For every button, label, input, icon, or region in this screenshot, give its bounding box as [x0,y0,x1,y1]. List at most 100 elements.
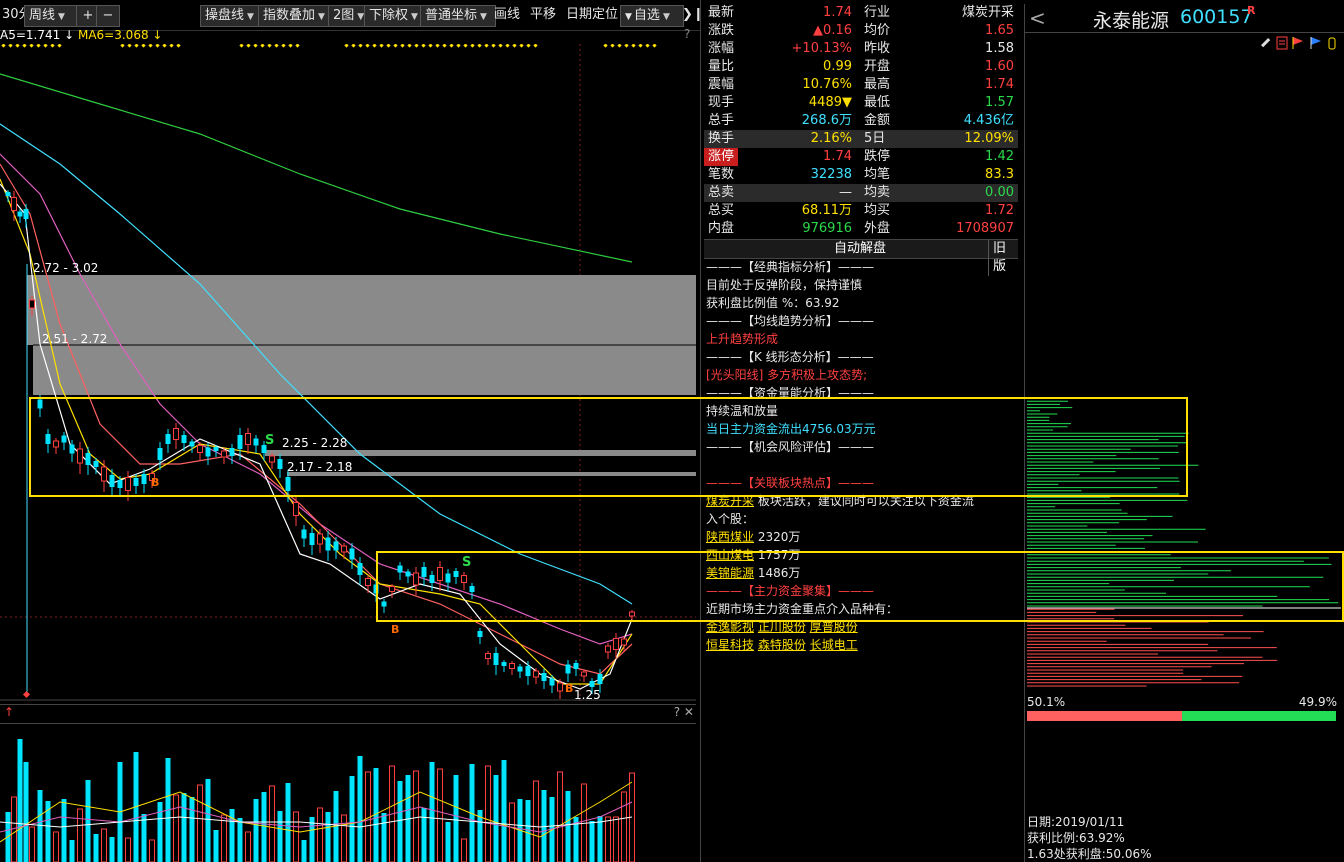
chevron-down-icon: ▼ [625,12,632,22]
quote-value: 32238 [810,167,852,182]
index-overlay-label: 指数叠加 [263,8,316,23]
volume-bar-up [437,768,443,862]
quote-row: 涨停 1.74 跌停 1.42 [704,148,1018,166]
volume-bar-down [421,808,427,862]
quote-value: 1.74 [823,149,852,164]
watchlist-label: 自选 [633,8,660,23]
signal-diamond [603,44,608,48]
quote-label: 涨幅 [708,41,735,56]
candle-up [293,502,299,516]
quote-label: 开盘 [864,59,891,74]
volume-bar-down [189,797,195,862]
signal-diamond [260,44,265,48]
signal-diamond [393,44,398,48]
quote-label: 总卖 [708,185,735,200]
zoom-out-button[interactable]: − [96,5,120,27]
candle-down [493,653,499,665]
two-chart-label: 2图 [333,8,355,23]
quote-value: 83.3 [985,167,1014,182]
quote-value: 4489▼ [808,95,852,110]
two-chart-select[interactable]: 2图 ▼ [328,5,368,27]
date-locate-button[interactable]: 日期定位 [562,5,622,25]
quote-label: 笔数 [708,167,735,182]
candle-up [365,578,371,586]
stock-link[interactable]: 陕西煤业 [706,530,754,544]
signal-diamond [407,44,412,48]
old-version-button[interactable]: 旧版 [988,240,1018,276]
coord-select[interactable]: 普通坐标 ▼ [420,5,496,27]
quote-label: 金额 [864,113,891,128]
quote-value: 2.16% [810,131,852,146]
draw-line-button[interactable]: 画线 [490,5,524,25]
candle-down [301,529,307,539]
pencil-icon[interactable] [1261,38,1271,48]
cycle-select[interactable]: 周线 ▼ [24,5,78,27]
volume-bar-down [357,756,363,862]
quote-label: 总买 [708,203,735,218]
quote-label: 总手 [708,113,735,128]
quote-value: ▲0.16 [813,23,852,38]
signal-diamond [288,44,293,48]
quote-label: 涨停 [704,148,739,166]
signal-diamond [414,44,419,48]
chevron-down-icon: ▼ [411,12,418,22]
stock-link[interactable]: 金逸影视 [706,620,754,634]
adjust-label: 下除权 [369,8,409,23]
candle-down [325,537,331,551]
candle-up [581,671,587,677]
signal-diamond [22,44,27,48]
prev-stock-button[interactable]: < [1029,6,1046,30]
volume-bar-up [149,839,155,862]
operate-line-select[interactable]: 操盘线 ▼ [200,5,264,27]
quote-row: 震幅 10.76% 最高 1.74 [704,76,1018,94]
zone-label-1: 2.72 - 3.02 [33,261,98,275]
signal-diamond [169,44,174,48]
index-overlay-select[interactable]: 指数叠加 ▼ [258,5,334,27]
highlight-box [29,397,1188,497]
quote-value: 1.42 [985,149,1014,164]
volume-bar-down [309,817,315,862]
watchlist-select[interactable]: ▼ 自选 ▼ [620,5,684,27]
quote-label: 涨跌 [708,23,735,38]
volume-bar-up [317,807,323,862]
candle-up [509,663,515,669]
candle-down [549,678,555,686]
quote-value: 1.57 [985,95,1014,110]
quote-row: 涨跌 ▲0.16 均价 1.65 [704,22,1018,40]
volume-bar-up [125,837,131,862]
stock-link[interactable]: 正川股份 [758,620,806,634]
subbar-help-close[interactable]: ? ✕ [674,705,694,719]
candle-down [23,209,29,219]
stock-link[interactable]: 长城电工 [810,638,858,652]
volume-bar-up [485,765,491,862]
quote-value: 1.60 [985,59,1014,74]
chip-zone-2 [33,345,696,395]
auto-analysis-tab[interactable]: 自动解盘 [834,240,886,258]
stock-link[interactable]: 森特股份 [758,638,806,652]
signal-diamond [162,44,167,48]
quote-label: 行业 [864,5,891,20]
volume-bar-up [605,816,611,862]
signal-diamond [428,44,433,48]
pan-button[interactable]: 平移 [526,5,560,25]
signal-diamond [29,44,34,48]
ma6-arrow-icon: ↓ [152,28,163,42]
signal-diamond [295,44,300,48]
volume-bar-down [37,790,43,862]
quote-label: 均价 [864,23,891,38]
ma-line-long [0,73,633,263]
signal-diamond [36,44,41,48]
stock-link[interactable]: 厚普股份 [810,620,858,634]
signal-diamond [512,44,517,48]
up-arrow-icon[interactable]: ↑ [4,705,14,719]
ma-help-icon[interactable]: ? [684,27,690,41]
volume-ma-line [0,781,633,843]
adjust-select[interactable]: 下除权 ▼ [364,5,426,27]
volume-bar-up [461,838,467,862]
signal-diamond [239,44,244,48]
chevron-down-icon: ▼ [662,12,670,22]
volume-bar-up [11,796,17,862]
chip-pct-left: 50.1% [1027,695,1066,709]
stock-link[interactable]: 恒星科技 [706,638,754,652]
quote-label: 现手 [708,95,735,110]
